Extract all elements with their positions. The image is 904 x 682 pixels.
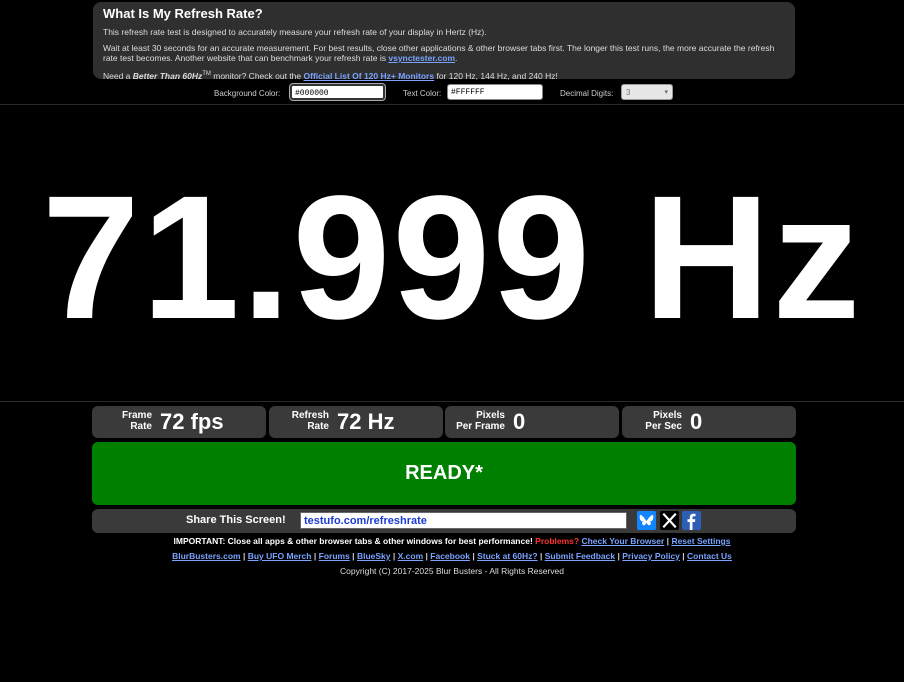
- blurbusters-link[interactable]: BlurBusters.com: [172, 551, 241, 561]
- x-link[interactable]: X.com: [398, 551, 424, 561]
- privacy-policy-link[interactable]: Privacy Policy: [622, 551, 680, 561]
- stat-label: Pixels: [476, 410, 505, 421]
- facebook-icon[interactable]: [682, 511, 701, 530]
- submit-feedback-link[interactable]: Submit Feedback: [545, 551, 615, 561]
- info-intro: This refresh rate test is designed to ac…: [103, 27, 487, 37]
- share-label: Share This Screen!: [186, 514, 286, 526]
- decimal-digits-label: Decimal Digits:: [560, 89, 614, 98]
- text-color-input[interactable]: #FFFFFF: [447, 84, 543, 100]
- stat-label: Pixels: [653, 410, 682, 421]
- ufo-merch-link[interactable]: Buy UFO Merch: [248, 551, 312, 561]
- vsynctester-link[interactable]: vsynctester.com: [388, 53, 455, 63]
- bg-color-input[interactable]: #000000: [289, 83, 386, 101]
- divider: [0, 104, 904, 105]
- bg-color-label: Background Color:: [214, 89, 281, 98]
- refresh-rate-stat: Refresh Rate 72 Hz: [269, 406, 443, 438]
- bluesky-icon[interactable]: [637, 511, 656, 530]
- status-banner: READY*: [92, 442, 796, 505]
- share-url-field[interactable]: testufo.com/refreshrate: [300, 512, 627, 529]
- facebook-link[interactable]: Facebook: [430, 551, 470, 561]
- forums-link[interactable]: Forums: [319, 551, 350, 561]
- copyright: Copyright (C) 2017-2025 Blur Busters - A…: [340, 566, 564, 576]
- stat-label: Rate: [307, 421, 329, 432]
- decimal-digits-value: 3: [626, 88, 631, 97]
- decimal-digits-select[interactable]: 3 ▾: [621, 84, 673, 100]
- info-instructions: Wait at least 30 seconds for an accurate…: [103, 43, 775, 63]
- stat-label: Per Sec: [645, 421, 682, 432]
- important-notice: IMPORTANT: Close all apps & other browse…: [173, 536, 731, 546]
- pixels-per-frame-stat: Pixels Per Frame 0: [445, 406, 619, 438]
- refresh-rate-value: 72 Hz: [337, 409, 395, 434]
- frame-rate-stat: Frame Rate 72 fps: [92, 406, 266, 438]
- divider: [0, 401, 904, 402]
- info-monitors: Need a Better Than 60HzTM monitor? Check…: [103, 70, 558, 81]
- info-panel: What Is My Refresh Rate? This refresh ra…: [93, 2, 795, 81]
- footer-links: BlurBusters.com | Buy UFO Merch | Forums…: [172, 551, 732, 561]
- monitor-list-link[interactable]: Official List Of 120 Hz+ Monitors: [304, 71, 435, 81]
- chevron-updown-icon: ▾: [664, 89, 668, 96]
- refresh-rate-display: 71.999 Hz: [41, 160, 863, 356]
- stat-label: Per Frame: [456, 421, 505, 432]
- settings-bar: Background Color: #000000 Text Color: #F…: [0, 83, 904, 102]
- pixels-per-sec-stat: Pixels Per Sec 0: [622, 406, 796, 438]
- stat-label: Refresh: [291, 410, 329, 421]
- stat-label: Frame: [121, 410, 152, 421]
- check-browser-link[interactable]: Check Your Browser: [581, 536, 664, 546]
- contact-us-link[interactable]: Contact Us: [687, 551, 732, 561]
- frame-rate-value: 72 fps: [160, 409, 224, 434]
- text-color-label: Text Color:: [403, 89, 442, 98]
- bluesky-link[interactable]: BlueSky: [357, 551, 391, 561]
- reset-settings-link[interactable]: Reset Settings: [671, 536, 730, 546]
- stat-label: Rate: [130, 421, 152, 432]
- stuck-at-60hz-link[interactable]: Stuck at 60Hz?: [477, 551, 537, 561]
- pixels-per-frame-value: 0: [513, 409, 526, 434]
- x-icon[interactable]: [660, 511, 679, 530]
- info-title: What Is My Refresh Rate?: [103, 6, 263, 21]
- pixels-per-sec-value: 0: [690, 409, 703, 434]
- share-bar: Share This Screen! testufo.com/refreshra…: [92, 509, 796, 533]
- problems-label: Problems?: [535, 536, 580, 546]
